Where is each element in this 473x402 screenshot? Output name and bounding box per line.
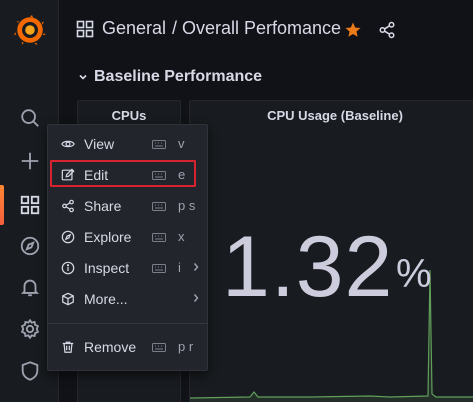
menu-item-label: Edit (84, 167, 109, 183)
menu-item-inspect[interactable]: Inspect i (48, 252, 209, 283)
explore-icon[interactable] (14, 230, 46, 262)
shortcut-key: p r (178, 339, 194, 354)
shortcut-key: i (178, 260, 181, 275)
edit-icon (60, 167, 75, 182)
search-icon[interactable] (14, 102, 46, 134)
info-icon (60, 260, 75, 275)
keyboard-icon (152, 264, 166, 273)
breadcrumb-folder[interactable]: General (102, 18, 166, 39)
menu-item-explore[interactable]: Explore x (48, 221, 209, 252)
keyboard-icon (152, 171, 166, 180)
server-admin-icon[interactable] (14, 355, 46, 387)
shortcut-key: v (178, 136, 185, 151)
trash-icon (60, 339, 75, 354)
share-icon (60, 198, 75, 213)
keyboard-icon (152, 140, 166, 149)
grafana-logo[interactable] (12, 12, 48, 48)
shortcut-key: x (178, 229, 185, 244)
chevron-right-icon (193, 294, 199, 302)
row-title: Baseline Performance (94, 68, 263, 85)
chevron-down-icon (79, 74, 87, 80)
keyboard-icon (152, 233, 166, 242)
plus-icon[interactable] (14, 145, 46, 177)
dashboard-header: General / Overall Perfomance (60, 0, 473, 60)
active-indicator (0, 185, 4, 225)
dashboard-grid-icon (76, 20, 94, 38)
menu-item-remove[interactable]: Remove p r (48, 331, 209, 362)
dashboard-title[interactable]: / Overall Perfomance (172, 18, 341, 39)
compass-icon (60, 229, 75, 244)
star-icon[interactable] (344, 21, 362, 39)
chevron-right-icon (193, 263, 199, 271)
stat-unit: % (396, 252, 432, 296)
row-header[interactable]: Baseline Performance (78, 67, 262, 87)
panel-title[interactable]: CPU Usage (Baseline) (190, 108, 473, 123)
panel-title[interactable]: CPUs (78, 108, 180, 123)
menu-item-share[interactable]: Share p s (48, 190, 209, 221)
grafana-dashboard: General / Overall Perfomance Baseline Pe… (0, 0, 473, 402)
menu-item-more[interactable]: More... (48, 283, 209, 314)
menu-item-label: View (84, 136, 115, 152)
share-icon[interactable] (378, 21, 396, 39)
stat-value: 1.32 (222, 219, 394, 315)
menu-item-label: Inspect (84, 260, 130, 276)
menu-item-view[interactable]: View v (48, 128, 209, 159)
dashboards-icon[interactable] (14, 189, 46, 221)
eye-icon (60, 136, 75, 151)
panel-context-menu: View v Edit e Share p s Explore x Inspec… (47, 124, 208, 371)
menu-item-edit[interactable]: Edit e (48, 159, 209, 190)
alerting-icon[interactable] (14, 271, 46, 303)
menu-item-label: Remove (84, 339, 137, 355)
shortcut-key: e (178, 167, 186, 182)
menu-item-label: Explore (84, 229, 132, 245)
menu-item-label: More... (84, 291, 128, 307)
configuration-icon[interactable] (14, 313, 46, 345)
keyboard-icon (152, 202, 166, 211)
menu-divider (48, 323, 207, 324)
shortcut-key: p s (178, 198, 196, 213)
cube-icon (60, 291, 75, 306)
keyboard-icon (152, 343, 166, 352)
menu-item-label: Share (84, 198, 122, 214)
